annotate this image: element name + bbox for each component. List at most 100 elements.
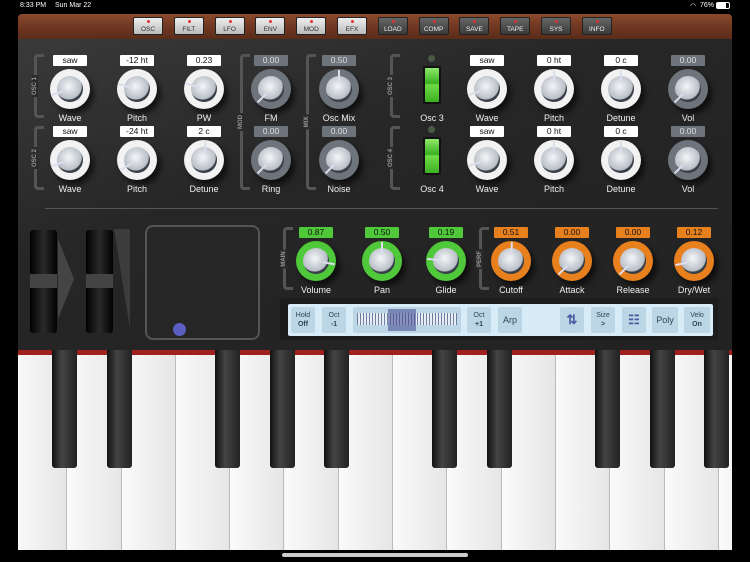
toolbar-button-mod[interactable]: MOD: [296, 17, 327, 35]
toolbar-button-sys[interactable]: SYS: [541, 17, 571, 35]
piano-keyboard[interactable]: [18, 350, 732, 550]
knob-value: saw: [53, 55, 87, 66]
knob-noise[interactable]: 0.00 Noise: [309, 126, 369, 196]
knob-pitch[interactable]: 0 ht Pitch: [524, 55, 584, 125]
knob-ring: [296, 241, 336, 281]
knob-detune[interactable]: 0 c Detune: [591, 55, 651, 125]
status-time: 8:33 PM: [20, 2, 47, 9]
toolbar-button-filt[interactable]: FILT: [173, 17, 204, 35]
led-icon: [428, 126, 435, 133]
kb-button-oct[interactable]: Oct +1: [467, 307, 491, 333]
knob-ring: [668, 140, 708, 180]
section-mod: MOD: [238, 54, 250, 190]
knob-wave[interactable]: saw Wave: [457, 55, 517, 125]
knob-pitch[interactable]: -12 ht Pitch: [107, 55, 167, 125]
section-label: OSC 3: [388, 74, 394, 98]
led-icon: [351, 20, 354, 23]
section-label: MAIN: [281, 248, 287, 269]
black-key[interactable]: [432, 350, 458, 468]
toolbar-button-tape[interactable]: TAPE: [500, 17, 531, 35]
black-key[interactable]: [52, 350, 78, 468]
knob-pitch[interactable]: 0 ht Pitch: [524, 126, 584, 196]
pitch-wheel[interactable]: [30, 230, 57, 333]
toolbar-button-efx[interactable]: EFX: [337, 17, 367, 35]
knob-label: Vol: [681, 113, 695, 123]
toolbar-button-label: MOD: [303, 26, 319, 33]
knob-value: saw: [470, 55, 504, 66]
visible-range-indicator[interactable]: [388, 309, 416, 331]
knob-volume[interactable]: 0.87 Volume: [286, 227, 346, 297]
knob-label: Wave: [58, 184, 82, 194]
knob-cutoff[interactable]: 0.51 Cutoff: [481, 227, 541, 297]
kb-button-hold[interactable]: Hold Off: [291, 307, 315, 333]
toolbar-button-comp[interactable]: COMP: [418, 17, 449, 35]
knob-osc-mix[interactable]: 0.50 Osc Mix: [309, 55, 369, 125]
knob-pw[interactable]: 0.23 PW: [174, 55, 234, 125]
button-label: Velo: [690, 312, 704, 319]
button-label: Size: [596, 312, 610, 319]
knob-pointer: [381, 242, 383, 254]
knob-label: FM: [264, 113, 278, 123]
black-key[interactable]: [106, 350, 132, 468]
knob-pointer: [553, 141, 555, 153]
knob-label: Detune: [189, 184, 219, 194]
mod-wheel[interactable]: [86, 230, 113, 333]
knob-pitch[interactable]: -24 ht Pitch: [107, 126, 167, 196]
wifi-icon: ◠: [690, 3, 697, 10]
knob-ring: [117, 140, 157, 180]
knob-wave[interactable]: saw Wave: [40, 55, 100, 125]
toolbar-button-load[interactable]: LOAD: [377, 17, 408, 35]
kb-button-size[interactable]: Size >: [591, 307, 615, 333]
toolbar-button-save[interactable]: SAVE: [459, 17, 490, 35]
knob-detune[interactable]: 0 c Detune: [591, 126, 651, 196]
knob-label: Pan: [373, 285, 390, 295]
toolbar-button-env[interactable]: ENV: [255, 17, 286, 35]
knob-dry-wet[interactable]: 0.12 Dry/Wet: [664, 227, 724, 297]
knob-label: Pitch: [126, 113, 147, 123]
toolbar-button-label: SAVE: [465, 26, 483, 33]
osc-toggle-switch[interactable]: [423, 137, 441, 175]
knob-label: Osc Mix: [322, 113, 356, 123]
xy-pad-dot[interactable]: [173, 323, 186, 336]
section-osc4: OSC 4: [388, 126, 400, 190]
knob-ring: [534, 140, 574, 180]
knob-value: 0 c: [604, 126, 638, 137]
knob-value: saw: [53, 126, 87, 137]
kb-button-arp[interactable]: Arp: [498, 307, 522, 333]
xy-pad[interactable]: [145, 225, 260, 340]
toolbar-button-label: COMP: [423, 26, 444, 33]
black-key[interactable]: [269, 350, 295, 468]
black-key[interactable]: [323, 350, 349, 468]
kb-button-oct[interactable]: Oct -1: [322, 307, 346, 333]
knob-ring[interactable]: 0.00 Ring: [241, 126, 301, 196]
black-key[interactable]: [595, 350, 621, 468]
knob-wave[interactable]: saw Wave: [40, 126, 100, 196]
knob-pan[interactable]: 0.50 Pan: [352, 227, 412, 297]
knob-vol[interactable]: 0.00 Vol: [658, 55, 718, 125]
dual-keyboard-icon[interactable]: ☷: [622, 307, 646, 333]
toolbar-button-lfo[interactable]: LFO: [214, 17, 245, 35]
kb-button-poly[interactable]: Poly: [652, 307, 678, 333]
black-key[interactable]: [649, 350, 675, 468]
black-key[interactable]: [703, 350, 729, 468]
toolbar-button-info[interactable]: INFO: [581, 17, 612, 35]
knob-detune[interactable]: 2 c Detune: [174, 126, 234, 196]
black-key[interactable]: [215, 350, 241, 468]
knob-wave[interactable]: saw Wave: [457, 126, 517, 196]
knob-ring: [467, 140, 507, 180]
knob-attack[interactable]: 0.00 Attack: [542, 227, 602, 297]
knob-ring: [674, 241, 714, 281]
keyboard-range-selector[interactable]: [353, 307, 461, 333]
knob-vol[interactable]: 0.00 Vol: [658, 126, 718, 196]
knob-fm[interactable]: 0.00 FM: [241, 55, 301, 125]
knob-label: Pitch: [543, 113, 564, 123]
knob-glide[interactable]: 0.19 Glide: [416, 227, 476, 297]
knob-release[interactable]: 0.00 Release: [603, 227, 663, 297]
swap-keyboard-icon[interactable]: ⇅: [560, 307, 584, 333]
section-label: OSC 2: [32, 146, 38, 170]
toolbar-button-osc[interactable]: OSC: [133, 17, 163, 35]
black-key[interactable]: [486, 350, 512, 468]
led-icon: [428, 55, 435, 62]
osc-toggle-switch[interactable]: [423, 66, 441, 104]
kb-button-velo[interactable]: Velo On: [684, 307, 710, 333]
